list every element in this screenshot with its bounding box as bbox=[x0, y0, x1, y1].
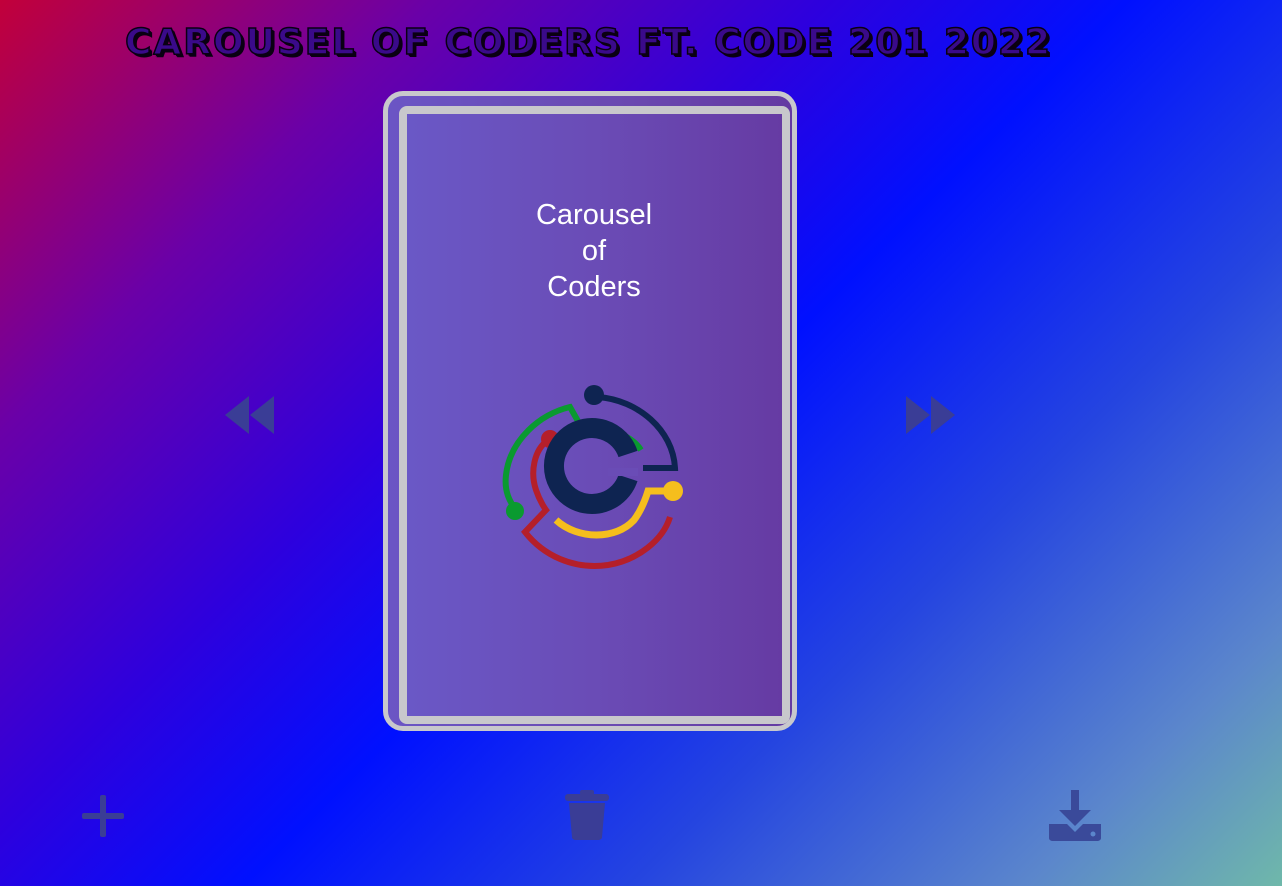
card-title-line: Coders bbox=[547, 271, 641, 303]
card-title-line: of bbox=[581, 235, 607, 267]
card-title: Carousel of Coders bbox=[494, 197, 694, 305]
trash-icon[interactable] bbox=[563, 789, 611, 841]
download-icon[interactable] bbox=[1047, 788, 1103, 842]
plus-icon[interactable] bbox=[80, 793, 126, 839]
code-fellows-c-logo-icon bbox=[498, 380, 688, 570]
fast-forward-icon[interactable] bbox=[904, 394, 960, 436]
card-title-line: Carousel bbox=[535, 199, 653, 231]
page-title: Carousel of Coders ft. Code 201 2022 bbox=[124, 21, 1053, 64]
fast-backward-icon[interactable] bbox=[222, 394, 278, 436]
